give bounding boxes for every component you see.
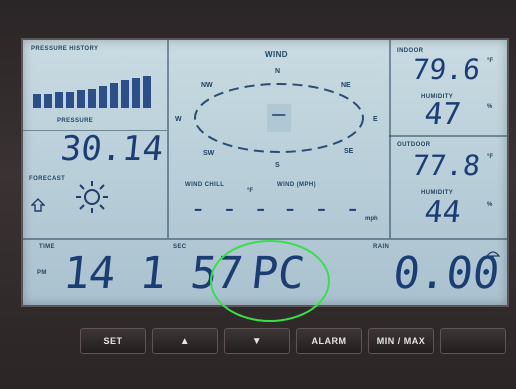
wind-direction-value: –: [270, 102, 287, 127]
climate-panel: INDOOR 79.6 °F HUMIDITY 47 % OUTDOOR 77.…: [391, 40, 507, 238]
history-bar: [33, 94, 41, 108]
trend-arrow-icon: [30, 198, 46, 212]
history-bar: [132, 78, 140, 108]
outdoor-label: OUTDOOR: [397, 142, 431, 148]
wind-speed-value: - - -: [280, 194, 363, 224]
up-button[interactable]: ▲: [152, 328, 218, 354]
time-label: TIME: [39, 244, 55, 250]
compass-w: W: [175, 116, 182, 123]
outdoor-temp: 77.8: [410, 149, 482, 182]
pressure-reading-label: PRESSURE: [57, 118, 94, 124]
alarm-button[interactable]: ALARM: [296, 328, 362, 354]
am-pm-indicator: PM: [37, 270, 47, 276]
forecast-label: FORECAST: [29, 176, 66, 182]
blank-button[interactable]: [440, 328, 506, 354]
compass-n: N: [275, 68, 281, 75]
wind-title: WIND: [265, 50, 288, 59]
history-bar: [55, 92, 63, 108]
min-max-button[interactable]: MIN / MAX: [368, 328, 434, 354]
wind-chill-label: WIND CHILL: [185, 182, 225, 188]
indoor-humidity-unit: %: [487, 104, 493, 110]
compass-e: E: [373, 116, 378, 123]
history-bar: [66, 92, 74, 108]
pressure-panel: PRESSURE HISTORY PRESSURE 30.14 FORECAST: [23, 40, 167, 238]
history-bar: [88, 89, 96, 108]
compass-s: S: [275, 162, 280, 169]
history-bar: [110, 83, 118, 108]
sun-icon: [75, 180, 109, 214]
history-bar: [44, 94, 52, 108]
indoor-temp: 79.6: [410, 53, 482, 86]
rain-gauge-icon: [485, 248, 501, 264]
indoor-temp-unit: °F: [487, 58, 494, 64]
indoor-humidity: 47: [422, 97, 463, 132]
wind-chill-value: - - -: [188, 194, 271, 224]
outdoor-humidity-unit: %: [487, 202, 493, 208]
pressure-value: 30.14: [58, 129, 166, 169]
down-button[interactable]: ▼: [224, 328, 290, 354]
highlight-circle: [210, 240, 330, 322]
pressure-history-label: PRESSURE HISTORY: [31, 46, 99, 52]
history-bar: [121, 80, 129, 108]
history-bar: [77, 90, 85, 108]
outdoor-humidity: 44: [422, 195, 463, 230]
rain-label: RAIN: [373, 244, 390, 250]
set-button[interactable]: SET: [80, 328, 146, 354]
history-bar: [143, 76, 151, 108]
wind-speed-label: WIND (MPH): [277, 182, 316, 188]
wind-panel: WIND N NE E SE S SW W NW – WIND CHILL °F…: [169, 40, 389, 238]
wind-speed-unit: mph: [365, 216, 378, 222]
history-bar: [99, 86, 107, 108]
outdoor-temp-unit: °F: [487, 154, 494, 160]
